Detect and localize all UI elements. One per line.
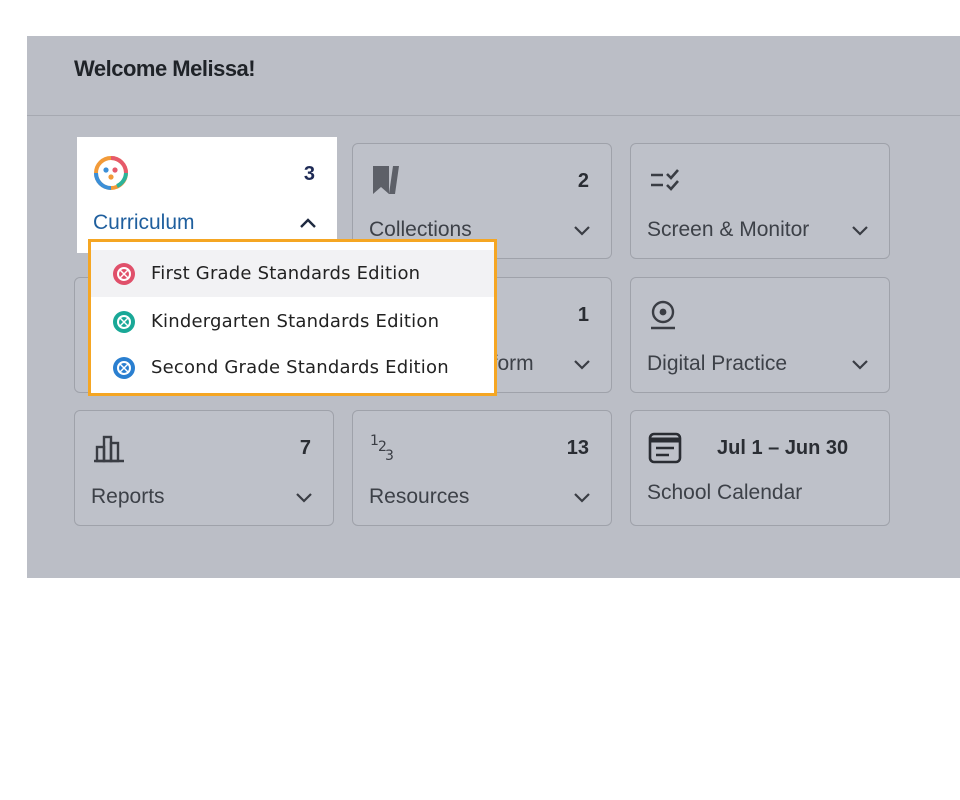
welcome-heading: Welcome Melissa! [74,56,256,81]
screen-monitor-label: Screen & Monitor [647,218,810,241]
dropdown-item-kindergarten[interactable]: Kindergarten Standards Edition [91,298,494,345]
chevron-down-icon[interactable] [573,358,591,370]
platform-count: 1 [577,304,589,326]
checklist-icon [651,169,679,191]
dropdown-item-label: Kindergarten Standards Edition [151,311,440,332]
reports-label: Reports [91,485,165,508]
dropdown-item-second-grade[interactable]: Second Grade Standards Edition [91,344,494,391]
chevron-down-icon[interactable] [851,358,869,370]
curriculum-dropdown: First Grade Standards Edition Kindergart… [88,239,497,396]
first-grade-icon [113,262,135,285]
school-calendar-label: School Calendar [647,481,803,504]
curriculum-card[interactable]: 3 Curriculum [77,137,337,253]
resources-count: 13 [566,437,589,459]
second-grade-icon [113,356,135,379]
resources-card[interactable]: 1 2 3 13 Resources [352,410,612,526]
calendar-range: Jul 1 – Jun 30 [717,437,849,459]
curriculum-count: 3 [303,163,315,185]
curriculum-icon [94,156,128,190]
chevron-down-icon[interactable] [295,491,313,503]
collections-count: 2 [577,170,589,192]
dropdown-item-first-grade[interactable]: First Grade Standards Edition [91,250,494,297]
resources-label: Resources [369,485,470,508]
numbers-icon: 1 2 3 [370,433,394,464]
screen-monitor-card[interactable]: Screen & Monitor [630,143,890,259]
bar-chart-icon [94,435,124,463]
header-divider [27,115,960,116]
digital-practice-label: Digital Practice [647,352,788,375]
dropdown-item-label: Second Grade Standards Edition [151,357,449,378]
bookmark-icon [373,166,399,194]
digital-practice-card[interactable]: Digital Practice [630,277,890,393]
dropdown-item-label: First Grade Standards Edition [151,263,421,284]
chevron-down-icon[interactable] [573,491,591,503]
curriculum-label: Curriculum [93,211,195,234]
calendar-icon [648,432,682,464]
webcam-icon [651,300,675,330]
svg-text:3: 3 [385,448,394,464]
kindergarten-icon [113,310,135,333]
chevron-up-icon[interactable] [299,217,317,229]
chevron-down-icon[interactable] [851,224,869,236]
reports-card[interactable]: 7 Reports [74,410,334,526]
reports-count: 7 [299,437,311,459]
school-calendar-card[interactable]: Jul 1 – Jun 30 School Calendar [630,410,890,526]
chevron-down-icon[interactable] [573,224,591,236]
